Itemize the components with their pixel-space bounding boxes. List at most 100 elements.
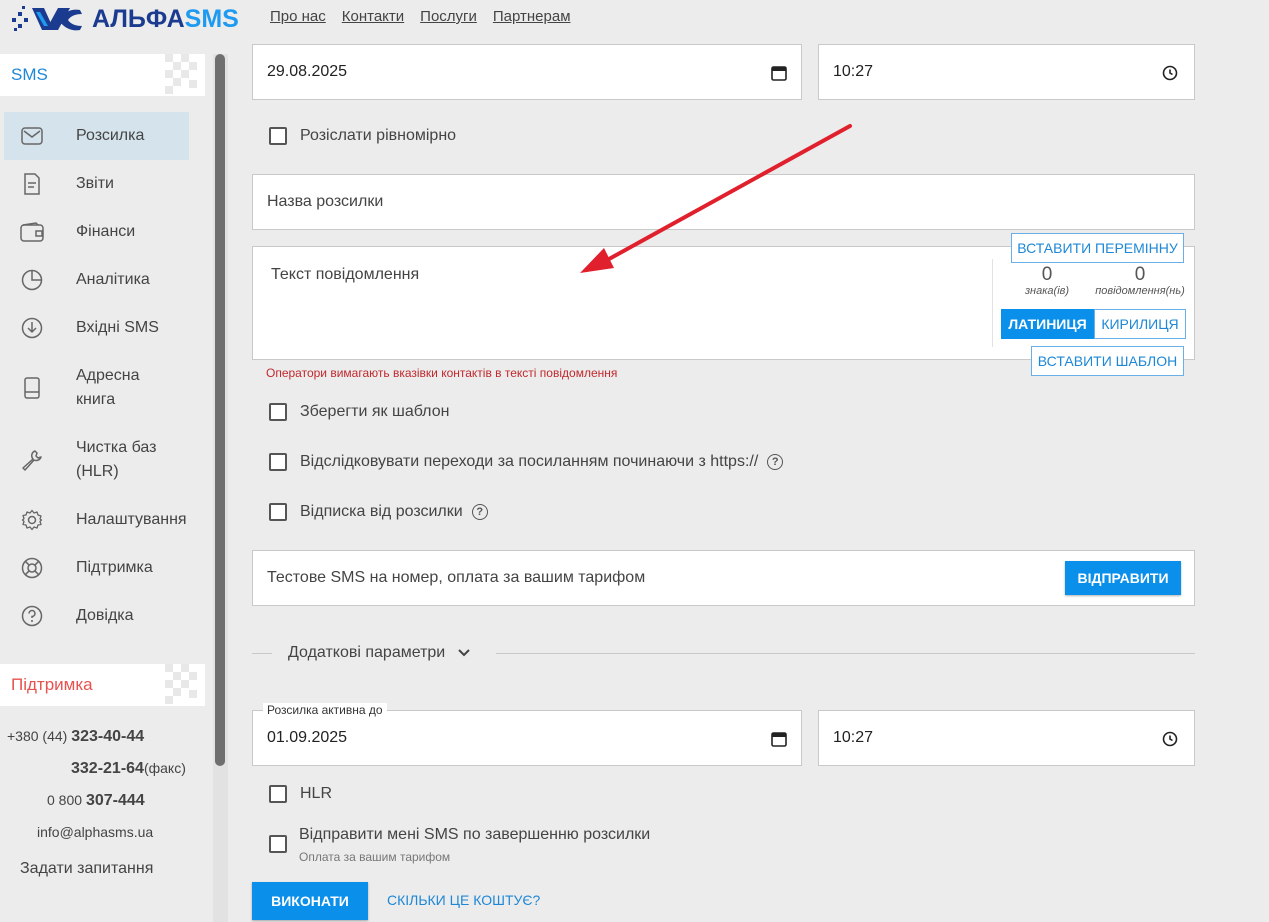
mailing-name-placeholder: Назва розсилки [267,193,384,210]
sidebar-item-label: Довідка [76,607,134,624]
save-template-label: Зберегти як шаблон [300,403,450,420]
evenly-label: Розіслати рівномірно [300,127,457,144]
evenly-checkbox-row[interactable]: Розіслати рівномірно [269,127,456,145]
wrench-icon [20,448,44,472]
chevron-down-icon [458,649,470,657]
lifebuoy-icon [20,556,44,580]
document-icon [20,172,44,196]
calendar-icon[interactable] [771,65,787,81]
clock-icon[interactable] [1162,731,1178,747]
envelope-icon [20,124,44,148]
unsubscribe-row[interactable]: Відписка від розсилки ? [269,503,488,521]
messages-label: повідомлення(нь) [1095,285,1185,297]
sidebar-section-sms: SMS [0,54,205,96]
end-time-field[interactable]: 10:27 [818,710,1195,766]
sidebar-item-label-2: (HLR) [76,463,119,480]
execute-button[interactable]: ВИКОНАТИ [252,882,368,920]
test-sms-input[interactable]: Тестове SMS на номер, оплата за вашим та… [252,550,1195,606]
pixel-decoration [165,664,205,706]
sidebar-item-help[interactable]: Довідка [4,592,189,640]
insert-variable-button[interactable]: ВСТАВИТИ ПЕРЕМІННУ [1011,233,1184,263]
sidebar-item-label: Аналітика [76,271,150,288]
notify-me-row[interactable] [269,835,300,853]
cost-link[interactable]: СКІЛЬКИ ЦЕ КОШТУЄ? [387,892,540,908]
send-test-button[interactable]: ВІДПРАВИТИ [1065,561,1181,595]
top-nav: Про нас Контакти Послуги Партнерам [270,8,571,25]
messages-count: 0 [1134,264,1146,285]
track-links-checkbox[interactable] [269,453,287,471]
extra-params-toggle[interactable]: Додаткові параметри [288,644,471,662]
sidebar-item-mailing[interactable]: Розсилка [4,112,189,160]
sidebar-item-analytics[interactable]: Аналітика [4,256,189,304]
logo-icon [12,6,82,31]
nav-about[interactable]: Про нас [270,8,326,25]
address-book-icon [20,376,44,400]
end-time-value: 10:27 [833,729,874,746]
sidebar-item-label: Розсилка [76,127,145,144]
notify-me-checkbox[interactable] [269,835,287,853]
insert-template-button[interactable]: ВСТАВИТИ ШАБЛОН [1031,346,1184,376]
sidebar-item-label: Адресна [76,367,140,384]
active-until-label: Розсилка активна до [263,703,387,717]
clock-icon[interactable] [1162,65,1178,81]
support-phone-1[interactable]: +380 (44) 323-40-44 [7,728,144,746]
sidebar-item-hlr[interactable]: Чистка баз (HLR) [4,430,189,490]
track-links-label: Відслідковувати переходи за посиланням п… [300,453,759,470]
start-date-value: 29.08.2025 [267,63,348,80]
sidebar-item-label: Налаштування [76,511,187,528]
logo[interactable]: АЛЬФАSMS [10,4,239,34]
unsubscribe-checkbox[interactable] [269,503,287,521]
start-date-field[interactable]: 29.08.2025 [252,44,802,100]
divider-right [496,653,1195,654]
latin-toggle[interactable]: ЛАТИНИЦЯ [1001,309,1094,339]
cyrillic-toggle[interactable]: КИРИЛИЦЯ [1094,309,1186,339]
logo-text: АЛЬФАSMS [92,4,239,33]
support-phone-3[interactable]: 0 800 307-444 [47,792,145,810]
start-time-field[interactable]: 10:27 [818,44,1195,100]
sidebar: SMS Розсилка Звіти Фінанси Аналітика Вхі… [0,54,213,922]
support-email[interactable]: info@alphasms.ua [37,824,153,840]
sidebar-item-reports[interactable]: Звіти [4,160,189,208]
nav-contacts[interactable]: Контакти [342,8,404,25]
ask-question-link[interactable]: Задати запитання [20,860,153,878]
contacts-warning: Оператори вимагають вказівки контактів в… [266,366,618,380]
end-date-value: 01.09.2025 [267,729,348,746]
nav-partners[interactable]: Партнерам [493,8,571,25]
divider-left [252,653,272,654]
evenly-checkbox[interactable] [269,127,287,145]
message-divider [992,259,993,347]
sidebar-section-title: SMS [11,65,48,84]
sidebar-item-support[interactable]: Підтримка [4,544,189,592]
chars-label: знака(ів) [1024,285,1070,297]
sidebar-scrollbar[interactable] [215,54,225,766]
start-time-value: 10:27 [833,63,874,80]
help-icon[interactable]: ? [471,504,488,520]
support-phone-2[interactable]: 332-21-64(факс) [71,760,186,778]
annotation-arrow-icon [580,124,852,273]
track-links-row[interactable]: Відслідковувати переходи за посиланням п… [269,453,784,471]
hlr-checkbox[interactable] [269,785,287,803]
gear-icon [20,508,44,532]
question-icon [20,604,44,628]
nav-services[interactable]: Послуги [420,8,477,25]
hlr-label: HLR [300,785,333,802]
incoming-icon [20,316,44,340]
pixel-decoration [165,54,205,96]
sidebar-item-settings[interactable]: Налаштування [4,496,189,544]
save-template-checkbox[interactable] [269,403,287,421]
sidebar-item-label: Звіти [76,175,114,192]
end-date-field[interactable]: Розсилка активна до 01.09.2025 [252,703,802,766]
test-sms-placeholder: Тестове SMS на номер, оплата за вашим та… [267,569,646,586]
sidebar-item-finance[interactable]: Фінанси [4,208,189,256]
unsubscribe-label: Відписка від розсилки [300,503,463,520]
sidebar-item-address-book[interactable]: Адресна книга [4,358,189,418]
hlr-row[interactable]: HLR [269,785,332,803]
sidebar-item-label: Вхідні SMS [76,319,159,336]
extra-params-label: Додаткові параметри [288,644,446,661]
wallet-icon [20,220,44,244]
help-icon[interactable]: ? [767,454,784,470]
sidebar-item-label: Підтримка [76,559,153,576]
calendar-icon[interactable] [771,731,787,747]
sidebar-item-incoming-sms[interactable]: Вхідні SMS [4,304,189,352]
save-template-row[interactable]: Зберегти як шаблон [269,403,449,421]
